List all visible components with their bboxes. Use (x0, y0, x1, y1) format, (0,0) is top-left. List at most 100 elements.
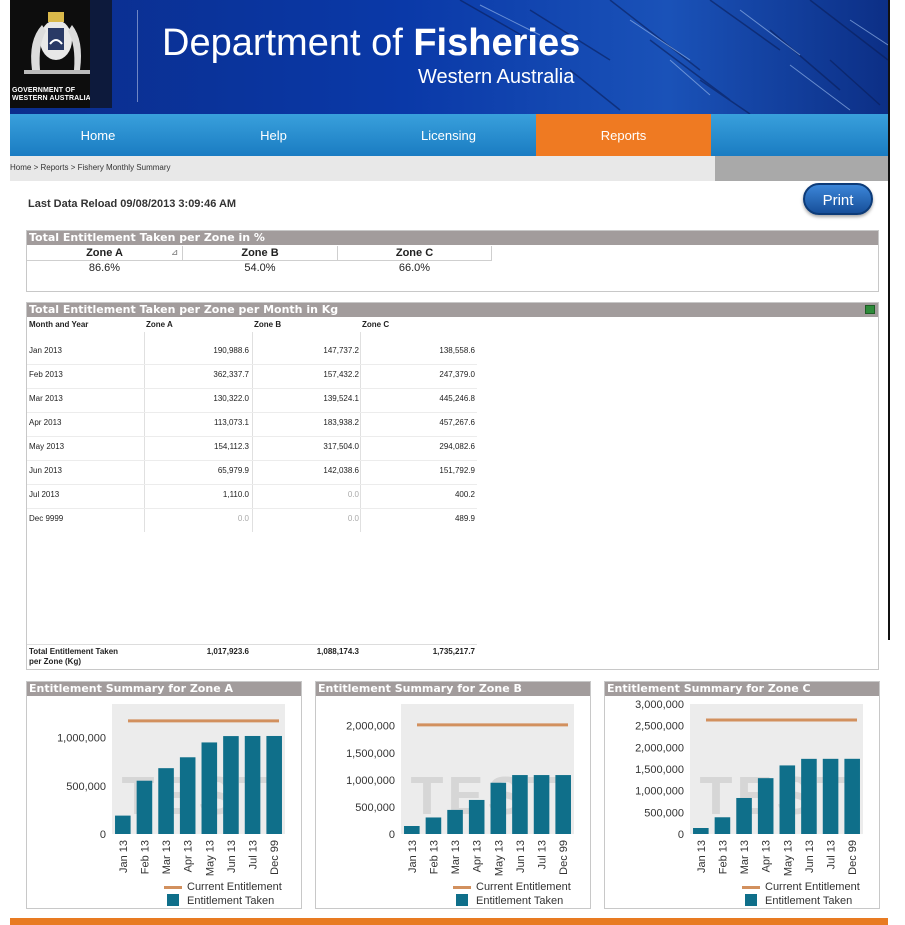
chart-zone-a: TEST0500,0001,000,000Jan 13 Feb 13 Mar 13 A… (57, 704, 285, 907)
print-button[interactable]: Print (803, 183, 873, 215)
main-nav: Home Help Licensing Reports (10, 114, 888, 156)
legend-label-current: Current Entitlement (476, 881, 571, 893)
logo-extension (90, 0, 112, 108)
bar-entitlement-taken (266, 735, 282, 834)
legend-label-current: Current Entitlement (765, 881, 860, 893)
legend-swatch-taken (456, 894, 468, 906)
bar-entitlement-taken (822, 758, 839, 834)
col-header-zone-a[interactable]: Zone A (146, 318, 173, 332)
legend-swatch-current (164, 886, 182, 889)
legend-swatch-taken (167, 894, 179, 906)
x-tick-label: Jul 13 (537, 840, 549, 869)
y-tick-label: 2,500,000 (635, 721, 684, 733)
bar-entitlement-taken (757, 778, 774, 834)
col-header-zone-c[interactable]: Zone C (362, 318, 389, 332)
cell-month: Dec 9999 (29, 514, 64, 523)
bar-entitlement-taken (844, 758, 860, 834)
row-divider (27, 508, 477, 509)
y-tick-label: 3,000,000 (635, 699, 684, 711)
total-label: Total Entitlement Taken per Zone (Kg) (29, 647, 118, 667)
monthly-panel: Total Entitlement Taken per Zone per Mon… (26, 302, 879, 670)
y-tick-label: 1,000,000 (635, 786, 684, 798)
nav-item-help[interactable]: Help (186, 114, 361, 156)
x-tick-label: Feb 13 (717, 840, 729, 874)
table-row: Dec 9999 0.0 0.0 489.9 (27, 508, 477, 536)
bar-entitlement-taken (179, 757, 196, 834)
bar-entitlement-taken (801, 758, 817, 834)
zone-c-header[interactable]: Zone C (338, 246, 492, 261)
bar-entitlement-taken (136, 780, 153, 834)
bar-entitlement-taken (779, 765, 796, 834)
footer-bar (10, 918, 888, 925)
breadcrumb-reports[interactable]: Reports (40, 163, 68, 172)
cell-zone-c: 489.9 (454, 514, 475, 523)
bar-entitlement-taken (201, 742, 218, 834)
x-tick-label: Apr 13 (761, 840, 773, 872)
x-tick-label: Feb 13 (428, 840, 440, 874)
bar-entitlement-taken (468, 799, 485, 834)
y-tick-label: 0 (389, 829, 395, 841)
total-label-line1: Total Entitlement Taken (29, 647, 119, 656)
zone-a-chart-panel: Entitlement Summary for Zone A TEST 0 500,… (26, 681, 302, 909)
zone-a-header[interactable]: Zone A ⊿ (27, 246, 183, 261)
x-tick-label: May 13 (782, 840, 794, 876)
legend-label-taken: Entitlement Taken (187, 895, 274, 907)
x-tick-label: Mar 13 (739, 840, 751, 874)
legend-label-taken: Entitlement Taken (765, 895, 852, 907)
row-divider (27, 436, 477, 437)
y-tick-label: 2,000,000 (346, 721, 395, 733)
total-zone-b: 1,088,174.3 (316, 647, 359, 656)
bar-entitlement-taken (555, 775, 571, 834)
coat-of-arms-icon (24, 12, 90, 74)
x-tick-label: Apr 13 (183, 840, 195, 872)
legend-swatch-taken (745, 894, 757, 906)
wa-government-logo[interactable]: GOVERNMENT OF WESTERN AUSTRALIA (10, 0, 91, 108)
zone-a-percent: 86.6% (88, 262, 121, 274)
legend-swatch-current (453, 886, 471, 889)
zone-a-header-label: Zone A (86, 247, 123, 259)
breadcrumb-bar: Home > Reports > Fishery Monthly Summary (10, 156, 888, 181)
nav-item-licensing[interactable]: Licensing (361, 114, 536, 156)
legend-swatch-current (742, 886, 760, 889)
breadcrumb-home[interactable]: Home (10, 163, 31, 172)
site-header: GOVERNMENT OF WESTERN AUSTRALIA Departme… (10, 0, 888, 114)
export-excel-icon[interactable] (865, 305, 875, 314)
y-tick-label: 500,000 (66, 781, 106, 793)
x-tick-label: Dec 99 (847, 840, 859, 875)
x-tick-label: Mar 13 (450, 840, 462, 874)
y-tick-label: 1,500,000 (346, 748, 395, 760)
col-header-zone-b[interactable]: Zone B (254, 318, 281, 332)
site-title: Department of Fisheries (162, 22, 580, 65)
x-tick-label: Dec 99 (558, 840, 570, 875)
header-divider (137, 10, 138, 102)
y-tick-label: 0 (100, 829, 106, 841)
y-tick-label: 500,000 (644, 807, 684, 819)
breadcrumb-sep: > (68, 163, 78, 172)
cell-zone-b: 0.0 (347, 514, 359, 523)
row-divider (27, 388, 477, 389)
x-tick-label: Jul 13 (248, 840, 260, 869)
row-divider (27, 364, 477, 365)
x-tick-label: Jun 13 (226, 840, 238, 873)
nav-item-home[interactable]: Home (10, 114, 186, 156)
col-header-month[interactable]: Month and Year (29, 318, 88, 332)
y-tick-label: 1,500,000 (635, 764, 684, 776)
x-tick-label: Jan 13 (118, 840, 130, 873)
x-tick-label: Jul 13 (826, 840, 838, 869)
x-tick-label: May 13 (204, 840, 216, 876)
x-tick-label: Jan 13 (407, 840, 419, 873)
zone-b-header[interactable]: Zone B (183, 246, 338, 261)
bar-entitlement-taken (447, 809, 463, 834)
breadcrumb: Home > Reports > Fishery Monthly Summary (10, 163, 171, 172)
row-divider (27, 484, 477, 485)
x-tick-label: Jun 13 (515, 840, 527, 873)
bar-entitlement-taken (158, 768, 174, 834)
nav-item-reports[interactable]: Reports (536, 114, 711, 156)
y-tick-label: 1,000,000 (57, 733, 106, 745)
x-tick-label: Jan 13 (696, 840, 708, 873)
monthly-title: Total Entitlement Taken per Zone per Mon… (27, 303, 878, 317)
bar-entitlement-taken (490, 782, 507, 834)
zone-percent-panel: Total Entitlement Taken per Zone in % Zo… (26, 230, 879, 292)
x-tick-label: Jun 13 (804, 840, 816, 873)
zone-b-chart-panel: Entitlement Summary for Zone B TEST 0 500,… (315, 681, 591, 909)
